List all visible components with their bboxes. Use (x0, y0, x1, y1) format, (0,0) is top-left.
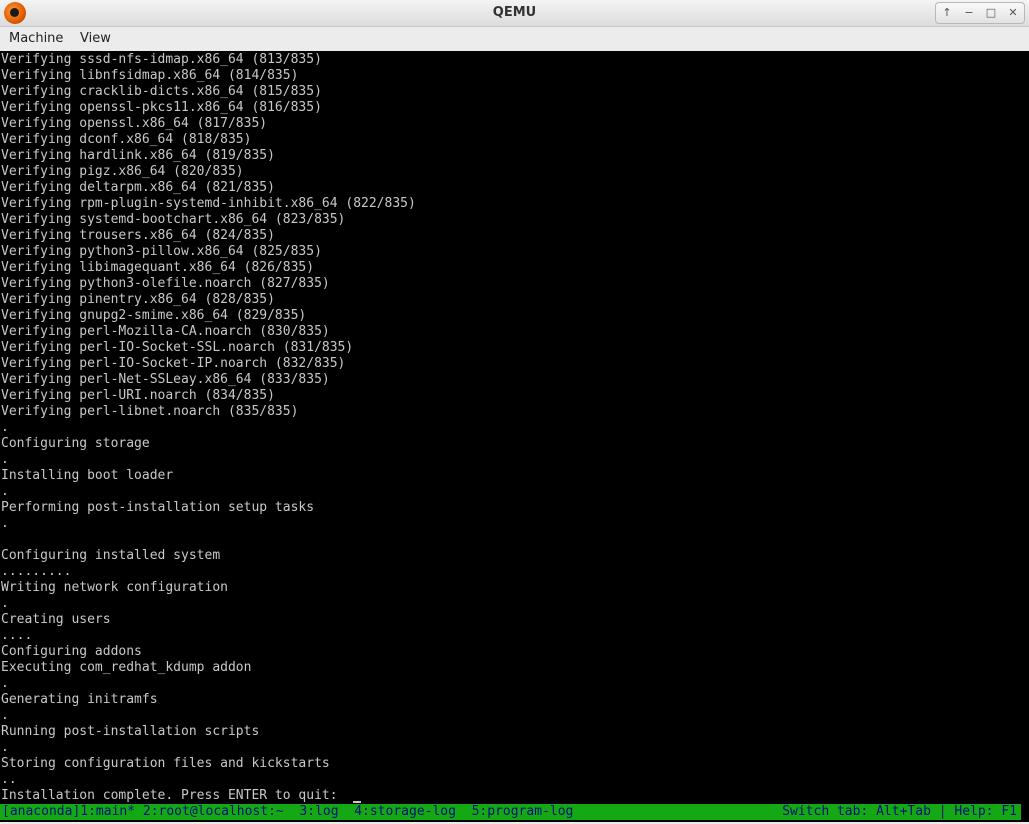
terminal-line: Verifying libnfsidmap.x86_64 (814/835) (1, 68, 299, 83)
terminal-screen[interactable]: Verifying sssd-nfs-idmap.x86_64 (813/835… (0, 51, 1029, 822)
terminal-line: Verifying gnupg2-smime.x86_64 (829/835) (1, 308, 307, 323)
menu-view[interactable]: View (80, 31, 111, 46)
terminal-output: Verifying sssd-nfs-idmap.x86_64 (813/835… (1, 52, 416, 804)
menu-bar: Machine View (0, 27, 1029, 51)
terminal-line: . (1, 452, 9, 467)
terminal-line: . (1, 484, 9, 499)
terminal-line: Executing com_redhat_kdump addon (1, 660, 252, 675)
terminal-line: Performing post-installation setup tasks (1, 500, 315, 515)
title-bar[interactable]: QEMU ↑ − □ ✕ (0, 0, 1029, 27)
terminal-line: Storing configuration files and kickstar… (1, 756, 330, 771)
terminal-line: Verifying trousers.x86_64 (824/835) (1, 228, 275, 243)
terminal-line: Configuring installed system (1, 548, 221, 563)
terminal-line: Verifying deltarpm.x86_64 (821/835) (1, 180, 275, 195)
maximize-icon[interactable]: □ (980, 3, 1002, 23)
terminal-line: Verifying dconf.x86_64 (818/835) (1, 132, 252, 147)
terminal-line: Verifying perl-Mozilla-CA.noarch (830/83… (1, 324, 330, 339)
tmux-help-hint: Switch tab: Alt+Tab | Help: F1 (782, 804, 1017, 819)
tmux-status-bar: [anaconda]1:main* 2:root@localhost:~ 3:l… (0, 804, 1021, 820)
terminal-line: Verifying sssd-nfs-idmap.x86_64 (813/835… (1, 52, 322, 67)
terminal-line: Verifying python3-pillow.x86_64 (825/835… (1, 244, 322, 259)
terminal-line: Verifying openssl-pkcs11.x86_64 (816/835… (1, 100, 322, 115)
terminal-line: Verifying perl-libnet.noarch (835/835) (1, 404, 299, 419)
terminal-line: Verifying hardlink.x86_64 (819/835) (1, 148, 275, 163)
terminal-line: Verifying perl-Net-SSLeay.x86_64 (833/83… (1, 372, 330, 387)
terminal-line: Verifying pigz.x86_64 (820/835) (1, 164, 244, 179)
terminal-line: . (1, 420, 9, 435)
terminal-line: Verifying openssl.x86_64 (817/835) (1, 116, 268, 131)
terminal-line: Verifying cracklib-dicts.x86_64 (815/835… (1, 84, 322, 99)
terminal-line: Verifying perl-URI.noarch (834/835) (1, 388, 275, 403)
terminal-line: Verifying python3-olefile.noarch (827/83… (1, 276, 330, 291)
menu-machine[interactable]: Machine (9, 31, 63, 46)
terminal-line: . (1, 708, 9, 723)
terminal-line: . (1, 596, 9, 611)
terminal-line: . (1, 516, 9, 531)
window-controls: ↑ − □ ✕ (935, 2, 1025, 24)
qemu-window: QEMU ↑ − □ ✕ Machine View Verifying sssd… (0, 0, 1029, 824)
terminal-line: Generating initramfs (1, 692, 158, 707)
terminal-line: Creating users (1, 612, 111, 627)
tmux-window-list: [anaconda]1:main* 2:root@localhost:~ 3:l… (2, 804, 574, 819)
terminal-line: Verifying systemd-bootchart.x86_64 (823/… (1, 212, 346, 227)
terminal-line: Verifying perl-IO-Socket-IP.noarch (832/… (1, 356, 346, 371)
terminal-line: Writing network configuration (1, 580, 228, 595)
terminal-line: Verifying pinentry.x86_64 (828/835) (1, 292, 275, 307)
always-on-top-icon[interactable]: ↑ (936, 3, 958, 23)
minimize-icon[interactable]: − (958, 3, 980, 23)
terminal-line: Configuring addons (1, 644, 142, 659)
terminal-line: Running post-installation scripts (1, 724, 260, 739)
terminal-line: . (1, 740, 9, 755)
terminal-line: Verifying rpm-plugin-systemd-inhibit.x86… (1, 196, 416, 211)
terminal-line: Installing boot loader (1, 468, 174, 483)
terminal-line: Verifying libimagequant.x86_64 (826/835) (1, 260, 315, 275)
terminal-line: Verifying perl-IO-Socket-SSL.noarch (831… (1, 340, 354, 355)
terminal-line: Configuring storage (1, 436, 150, 451)
terminal-line: . (1, 676, 9, 691)
terminal-line: .. (1, 772, 17, 787)
terminal-line: ......... (1, 564, 72, 579)
terminal-line: .... (1, 628, 33, 643)
close-icon[interactable]: ✕ (1002, 3, 1024, 23)
text-cursor (353, 801, 361, 803)
window-title: QEMU (492, 5, 537, 20)
